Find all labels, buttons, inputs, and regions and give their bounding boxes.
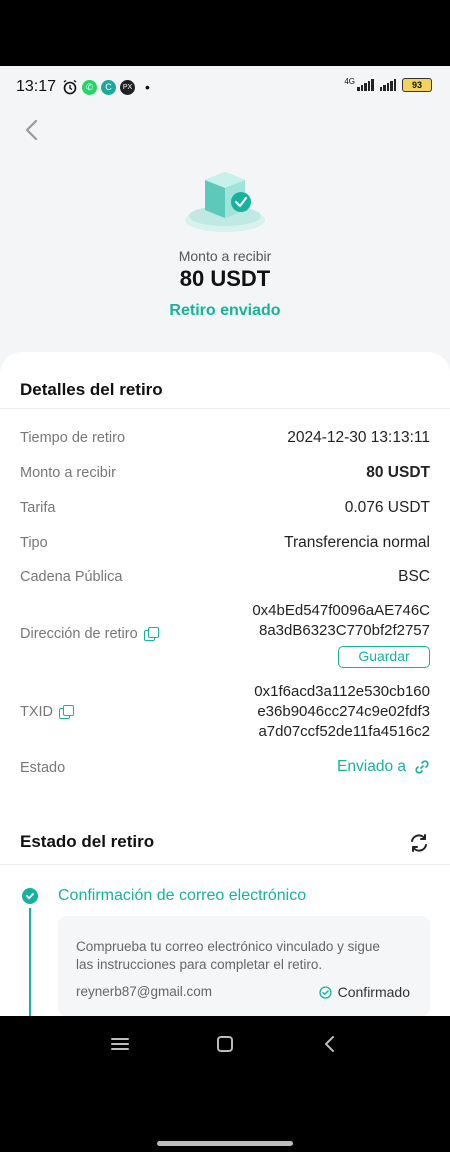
amount-label: Monto a recibir: [178, 248, 272, 264]
menu-icon: [111, 1038, 129, 1050]
details-card: Detalles del retiro Tiempo de retiro 202…: [0, 352, 450, 1016]
status-time: 13:17: [16, 78, 57, 95]
row-value-amount: 80 USDT: [366, 464, 430, 481]
step-title: Confirmación de correo electrónico: [58, 887, 307, 904]
whatsapp-icon: ✆: [82, 79, 98, 95]
step-detail-box: Comprueba tu correo electrónico vinculad…: [58, 916, 430, 1016]
address-line: 0x4bEd547f0096aAE746C: [252, 602, 430, 619]
battery-icon: 93: [402, 78, 432, 92]
row-value-time: 2024-12-30 13:13:11: [287, 429, 430, 446]
row-label-time: Tiempo de retiro: [20, 430, 126, 446]
row-label-chain: Cadena Pública: [20, 569, 123, 585]
check-circle-icon: [318, 985, 332, 999]
state-value: Enviado a: [337, 758, 406, 775]
network-type: 4G: [344, 76, 355, 86]
txid-value[interactable]: 0x1f6acd3a112e530cb160 e36b9046cc274c9e0…: [254, 682, 430, 742]
system-nav-bar: [0, 1016, 450, 1152]
row-label-fee: Tarifa: [20, 500, 56, 516]
row-label-address: Dirección de retiro: [20, 626, 159, 642]
step-description: Comprueba tu correo electrónico vinculad…: [76, 939, 380, 972]
square-icon: [217, 1036, 233, 1052]
app-c-icon: C: [101, 79, 117, 95]
back-nav-button[interactable]: [318, 1032, 342, 1056]
row-label-type: Tipo: [20, 535, 48, 551]
back-button[interactable]: [22, 118, 42, 142]
hero-illustration: [0, 158, 450, 243]
status-right: 4G 93: [344, 76, 432, 92]
box-sent-icon: [185, 172, 265, 232]
home-nav-button[interactable]: [213, 1032, 237, 1056]
alarm-icon: [62, 79, 78, 95]
address-value: 0x4bEd547f0096aAE746C 8a3dB6323C770bf2f2…: [252, 601, 430, 641]
row-label-state: Estado: [20, 760, 66, 776]
address-label: Dirección de retiro: [20, 626, 138, 642]
link-icon: [415, 760, 429, 774]
copy-txid-icon[interactable]: [59, 705, 75, 719]
app-px-icon: PX: [120, 79, 136, 95]
screen: 13:17 ✆ C PX • 4G 93 Monto a recibir 80 …: [0, 66, 450, 1016]
divider: [0, 408, 450, 409]
refresh-icon[interactable]: [408, 832, 430, 854]
status-bar: 13:17 ✆ C PX • 4G 93: [0, 66, 450, 108]
chevron-left-icon: [325, 1036, 334, 1052]
step-status-label: Confirmado: [337, 984, 410, 1000]
address-line: 8a3dB6323C770bf2f2757: [259, 622, 430, 639]
txid-line: e36b9046cc274c9e02fdf3: [257, 703, 430, 720]
battery-level: 93: [411, 80, 422, 90]
step-status: Confirmado: [318, 984, 410, 1000]
txid-line: a7d07ccf52de11fa4516c2: [258, 723, 430, 740]
step-connector: [29, 908, 31, 1016]
withdrawal-status: Retiro enviado: [169, 302, 281, 319]
row-value-chain: BSC: [398, 568, 430, 585]
top-bezel: [0, 0, 450, 66]
row-value-type: Transferencia normal: [284, 534, 430, 551]
gesture-bar[interactable]: [157, 1141, 293, 1146]
step-check-icon: [22, 888, 38, 904]
row-label-txid: TXID: [20, 704, 75, 720]
menu-nav-button[interactable]: [108, 1032, 132, 1056]
details-title: Detalles del retiro: [20, 380, 163, 399]
divider: [0, 864, 450, 865]
save-address-button[interactable]: Guardar: [338, 646, 430, 668]
row-label-amount: Monto a recibir: [20, 465, 116, 481]
step-email: reynerb87@gmail.com: [76, 984, 213, 999]
row-value-fee: 0.076 USDT: [344, 499, 430, 516]
txid-line: 0x1f6acd3a112e530cb160: [254, 683, 430, 700]
txid-label: TXID: [20, 704, 54, 720]
progress-title: Estado del retiro: [20, 832, 155, 851]
signal-icon: [357, 79, 374, 91]
copy-address-icon[interactable]: [143, 627, 159, 641]
amount-value: 80 USDT: [179, 266, 271, 291]
state-link[interactable]: Enviado a: [337, 758, 430, 776]
chevron-left-icon: [25, 119, 38, 141]
signal-2-icon: [379, 79, 396, 91]
more-notifications-icon: •: [145, 79, 150, 95]
